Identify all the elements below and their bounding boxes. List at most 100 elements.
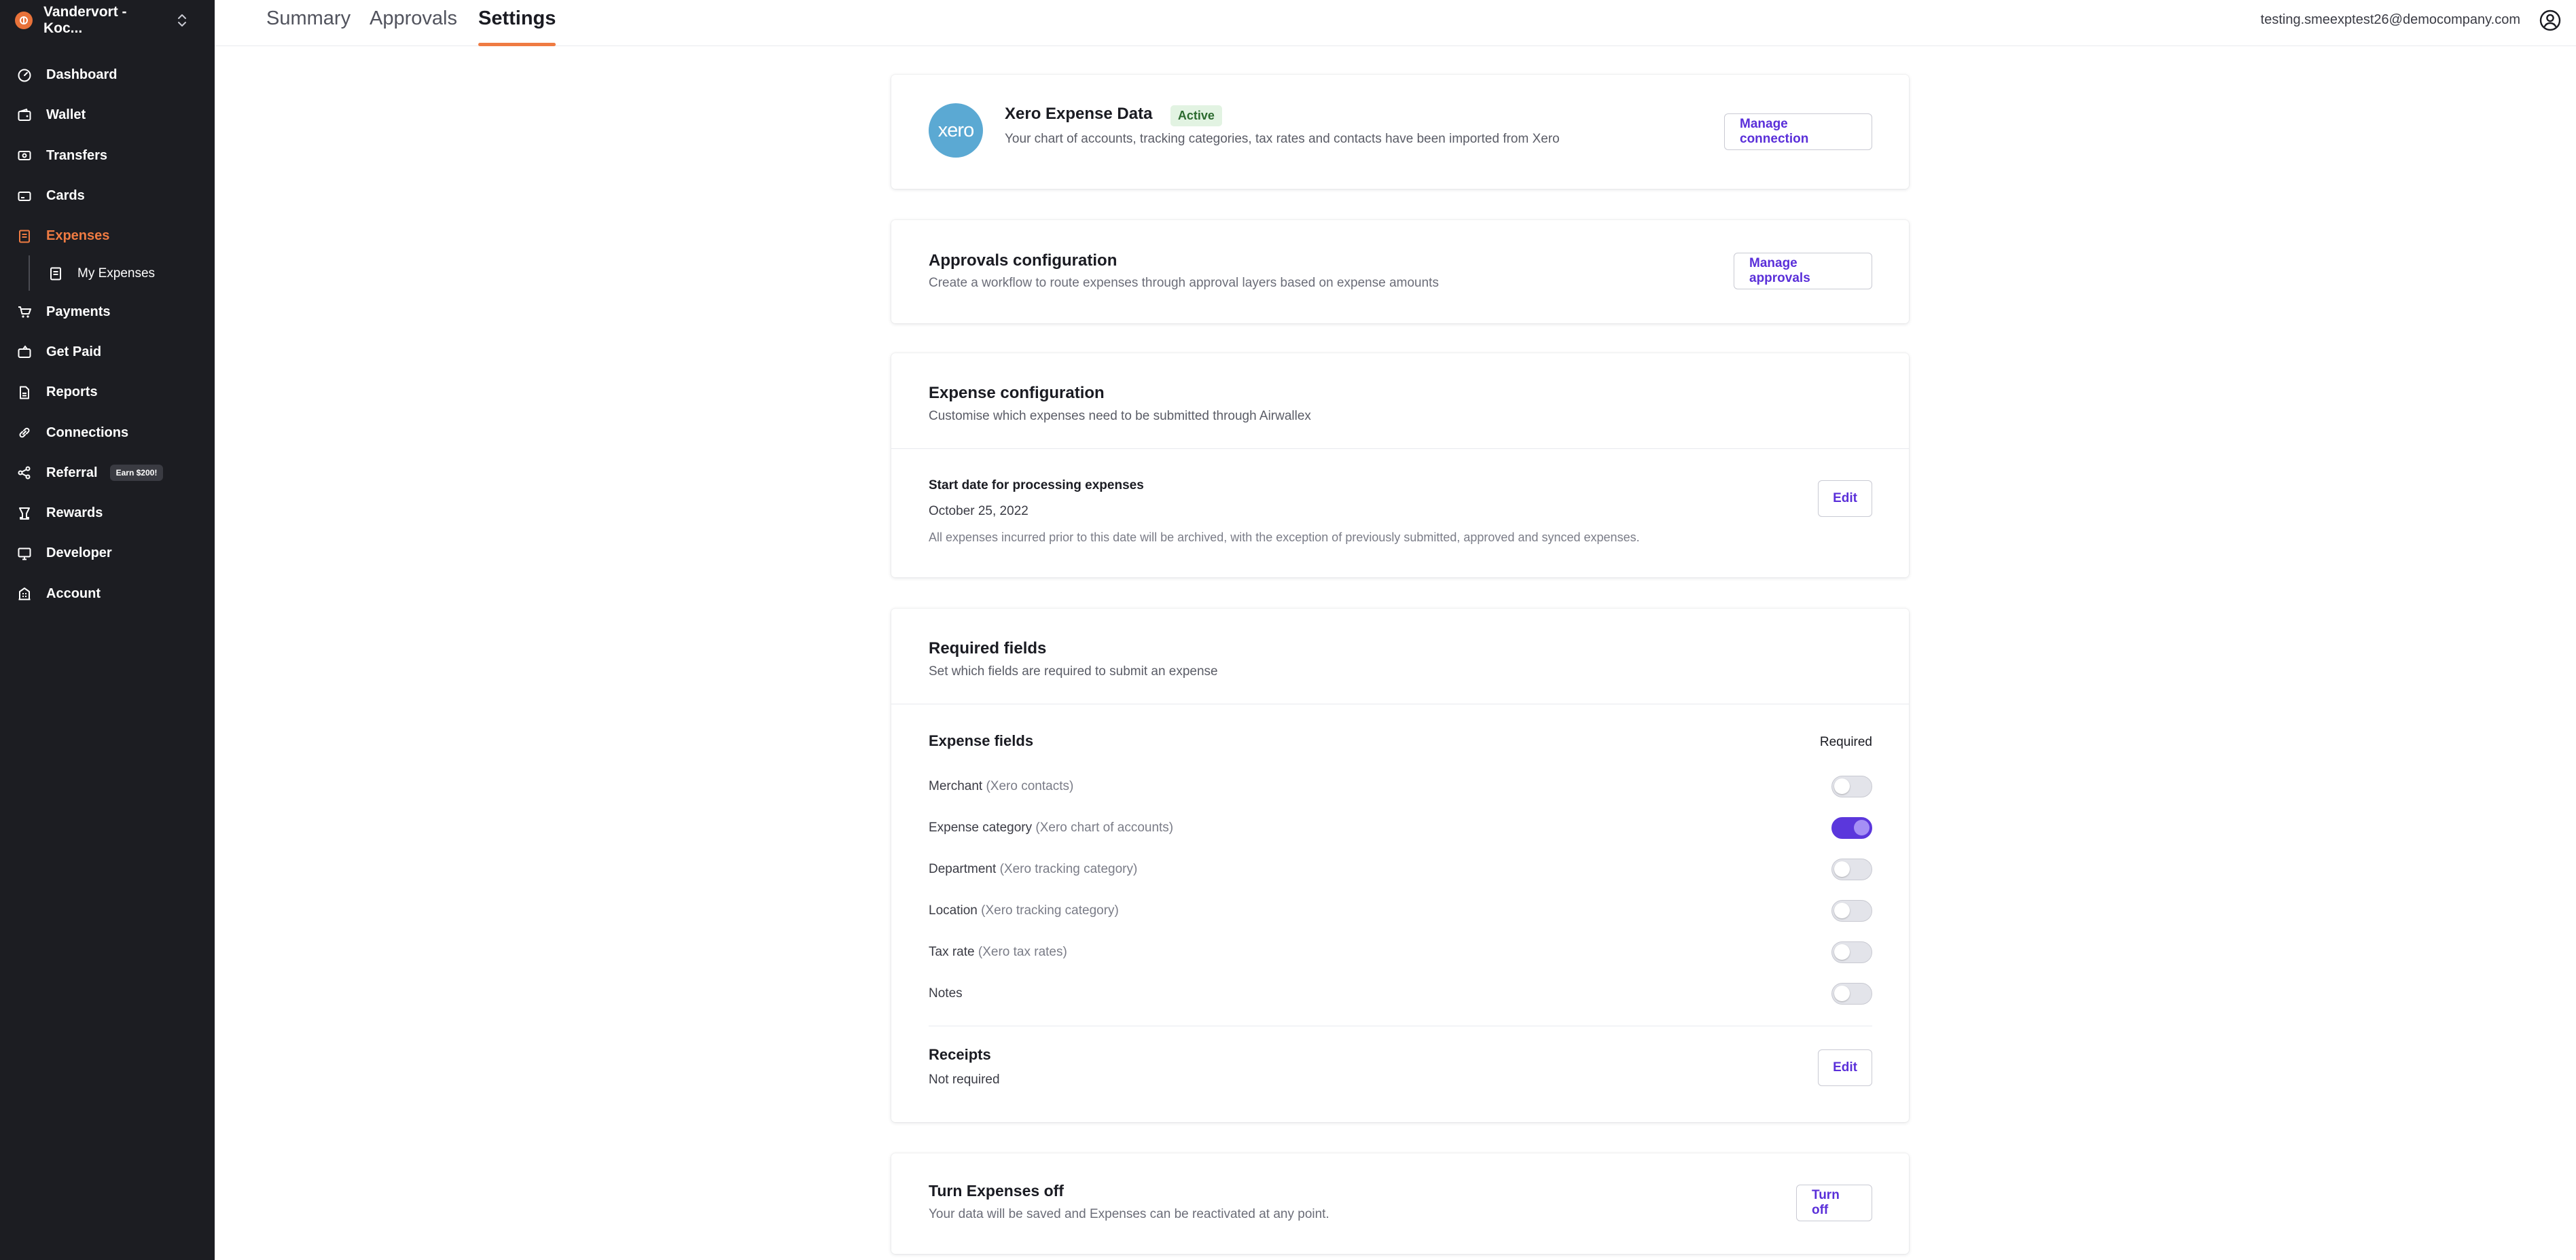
xero-description: Your chart of accounts, tracking categor… [1005, 132, 1560, 146]
field-label: Notes [929, 986, 1831, 1001]
edit-receipts-button[interactable]: Edit [1818, 1049, 1872, 1086]
field-hint: (Xero tax rates) [978, 945, 1067, 959]
tab-settings[interactable]: Settings [478, 7, 556, 46]
start-date-value: October 25, 2022 [929, 504, 1028, 518]
field-row-location: Location (Xero tracking category) [929, 897, 1872, 924]
manage-connection-button[interactable]: Manage connection [1724, 113, 1872, 150]
sidebar-item-get-paid[interactable]: Get Paid [0, 332, 215, 372]
sidebar-item-dashboard[interactable]: Dashboard [0, 55, 215, 95]
org-switcher[interactable]: Vandervort - Koc... [0, 0, 215, 41]
sidebar-item-transfers[interactable]: Transfers [0, 136, 215, 176]
share-icon [16, 465, 33, 481]
sidebar-item-developer[interactable]: Developer [0, 533, 215, 573]
sidebar-item-rewards[interactable]: Rewards [0, 493, 215, 533]
location-required-toggle[interactable] [1831, 900, 1872, 922]
toggle-knob [1834, 986, 1850, 1001]
building-icon [16, 586, 33, 602]
merchant-required-toggle[interactable] [1831, 776, 1872, 797]
sidebar-item-expenses[interactable]: Expenses [0, 216, 215, 256]
expense-category-required-toggle[interactable] [1831, 817, 1872, 839]
required-fields-description: Set which fields are required to submit … [929, 664, 1218, 679]
field-name: Tax rate [929, 945, 975, 959]
sidebar-item-payments[interactable]: Payments [0, 291, 215, 331]
sidebar-nav: Dashboard Wallet Transfers Cards Expense… [0, 55, 215, 614]
xero-connection-card: xero Xero Expense Data Active Your chart… [891, 75, 1909, 189]
field-label: Merchant (Xero contacts) [929, 779, 1831, 794]
field-label: Expense category (Xero chart of accounts… [929, 821, 1831, 835]
notes-required-toggle[interactable] [1831, 983, 1872, 1005]
manage-approvals-button[interactable]: Manage approvals [1734, 253, 1872, 289]
start-date-label: Start date for processing expenses [929, 478, 1144, 492]
tab-summary[interactable]: Summary [266, 7, 351, 46]
receipt-icon [49, 266, 62, 281]
xero-title: Xero Expense Data [1005, 105, 1153, 123]
link-icon [16, 425, 33, 441]
sidebar-item-account[interactable]: Account [0, 574, 215, 614]
approvals-description: Create a workflow to route expenses thro… [929, 276, 1439, 290]
sidebar-item-label: Wallet [46, 107, 86, 123]
trophy-icon [16, 505, 33, 522]
field-label: Tax rate (Xero tax rates) [929, 945, 1831, 960]
monitor-icon [16, 545, 33, 562]
sidebar-item-label: Connections [46, 425, 129, 440]
expense-config-title: Expense configuration [929, 384, 1105, 402]
edit-start-date-button[interactable]: Edit [1818, 480, 1872, 517]
expense-fields-heading: Expense fields [929, 732, 1034, 749]
turn-off-expenses-card: Turn Expenses off Your data will be save… [891, 1153, 1909, 1254]
receipts-value: Not required [929, 1073, 1000, 1087]
sidebar-item-connections[interactable]: Connections [0, 412, 215, 452]
field-hint: (Xero tracking category) [999, 862, 1138, 876]
org-logo-icon [15, 12, 33, 29]
sidebar: Vandervort - Koc... Dashboard Wallet Tra… [0, 0, 215, 1260]
toggle-knob [1854, 820, 1870, 835]
department-required-toggle[interactable] [1831, 859, 1872, 880]
toggle-knob [1834, 778, 1850, 794]
dashboard-icon [16, 67, 33, 84]
xero-title-row: Xero Expense Data Active [1005, 105, 1222, 127]
receipts-title: Receipts [929, 1046, 991, 1063]
sidebar-item-label: Rewards [46, 505, 103, 521]
chevron-updown-icon[interactable] [168, 13, 196, 28]
transfers-icon [16, 147, 33, 164]
field-name: Location [929, 903, 978, 918]
field-row-department: Department (Xero tracking category) [929, 856, 1872, 883]
sidebar-item-label: Account [46, 586, 101, 601]
turn-off-description: Your data will be saved and Expenses can… [929, 1207, 1329, 1221]
status-badge: Active [1170, 105, 1222, 127]
turn-off-title: Turn Expenses off [929, 1182, 1064, 1200]
divider [891, 448, 1909, 449]
sidebar-item-reports[interactable]: Reports [0, 372, 215, 412]
submenu-line [29, 255, 30, 291]
start-date-note: All expenses incurred prior to this date… [929, 530, 1640, 544]
wallet-icon [16, 107, 33, 124]
sidebar-item-referral[interactable]: Referral Earn $200! [0, 453, 215, 493]
tab-approvals[interactable]: Approvals [370, 7, 457, 46]
reports-icon [16, 384, 33, 401]
expense-configuration-card: Expense configuration Customise which ex… [891, 353, 1909, 577]
sidebar-item-label: Get Paid [46, 344, 102, 359]
sidebar-item-label: Cards [46, 188, 85, 204]
get-paid-icon [16, 344, 33, 360]
sidebar-item-cards[interactable]: Cards [0, 176, 215, 216]
toggle-knob [1834, 944, 1850, 960]
user-profile-icon[interactable] [2538, 8, 2562, 33]
sidebar-item-label: Referral [46, 465, 98, 480]
field-name: Merchant [929, 779, 983, 793]
required-fields-card: Required fields Set which fields are req… [891, 609, 1909, 1122]
approvals-title: Approvals configuration [929, 251, 1117, 270]
turn-off-button[interactable]: Turn off [1796, 1185, 1872, 1221]
required-column-header: Required [1819, 735, 1872, 749]
tax-rate-required-toggle[interactable] [1831, 941, 1872, 963]
sidebar-item-my-expenses[interactable]: My Expenses [0, 256, 215, 291]
field-label: Location (Xero tracking category) [929, 903, 1831, 918]
sidebar-item-label: Transfers [46, 147, 108, 163]
field-row-expense-category: Expense category (Xero chart of accounts… [929, 814, 1872, 842]
field-row-merchant: Merchant (Xero contacts) [929, 773, 1872, 800]
sidebar-item-label: Reports [46, 384, 98, 400]
field-name: Notes [929, 986, 963, 1001]
payments-icon [16, 304, 33, 320]
toggle-knob [1834, 861, 1850, 877]
sidebar-item-wallet[interactable]: Wallet [0, 95, 215, 135]
top-bar: Summary Approvals Settings testing.smeex… [215, 0, 2576, 46]
xero-logo: xero [929, 103, 983, 158]
